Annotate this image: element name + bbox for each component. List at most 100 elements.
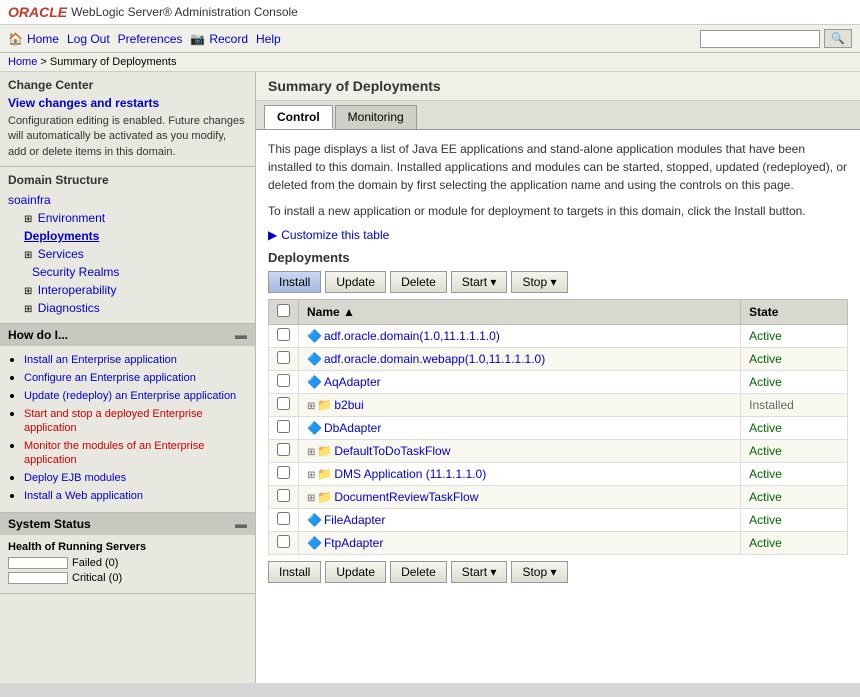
list-item: Install a Web application xyxy=(24,488,247,502)
how-do-i-header[interactable]: How do I... ▬ xyxy=(0,324,255,346)
app-name-link[interactable]: FileAdapter xyxy=(324,513,385,527)
tree-link-deployments[interactable]: Deployments xyxy=(24,229,99,243)
tree-link-security-realms[interactable]: Security Realms xyxy=(32,265,119,279)
app-name-link[interactable]: DefaultToDoTaskFlow xyxy=(334,444,450,458)
how-link-1[interactable]: Install an Enterprise application xyxy=(24,354,177,366)
install-button[interactable]: Install xyxy=(268,271,321,293)
how-do-i-collapse[interactable]: ▬ xyxy=(235,328,247,342)
bottom-update-button[interactable]: Update xyxy=(325,561,386,583)
row-checkbox[interactable] xyxy=(277,489,290,502)
app-name-link[interactable]: adf.oracle.domain(1.0,11.1.1.1.0) xyxy=(324,329,500,343)
row-state-cell: Installed xyxy=(741,394,848,417)
list-item: Start and stop a deployed Enterprise app… xyxy=(24,406,247,434)
tree-root-link[interactable]: soainfra xyxy=(8,193,51,207)
expand-icon[interactable]: ⊞ xyxy=(307,401,315,412)
tree-item-environment[interactable]: ⊞ Environment xyxy=(0,209,255,227)
app-name-link[interactable]: AqAdapter xyxy=(324,375,381,389)
start-button[interactable]: Start ▾ xyxy=(451,271,508,293)
app-name-link[interactable]: b2bui xyxy=(334,398,363,412)
page-header: Summary of Deployments xyxy=(256,72,860,101)
expand-icon[interactable]: ⊞ xyxy=(307,447,315,458)
how-do-i-content: Install an Enterprise application Config… xyxy=(0,346,255,512)
help-link[interactable]: Help xyxy=(256,32,281,46)
row-checkbox[interactable] xyxy=(277,351,290,364)
breadcrumb-home[interactable]: Home xyxy=(8,56,37,68)
change-center-link[interactable]: View changes and restarts xyxy=(8,96,159,110)
tab-control[interactable]: Control xyxy=(264,105,333,129)
stop-button[interactable]: Stop ▾ xyxy=(511,271,567,293)
expand-icon[interactable]: ⊞ xyxy=(307,470,315,481)
tree-item-deployments[interactable]: Deployments xyxy=(0,227,255,245)
row-checkbox[interactable] xyxy=(277,443,290,456)
how-link-6[interactable]: Deploy EJB modules xyxy=(24,472,126,484)
domain-structure: Domain Structure soainfra ⊞ Environment … xyxy=(0,167,255,324)
bottom-stop-button[interactable]: Stop ▾ xyxy=(511,561,567,583)
row-checkbox-cell xyxy=(269,394,299,417)
delete-button[interactable]: Delete xyxy=(390,271,447,293)
tree-item-services[interactable]: ⊞ Services xyxy=(0,245,255,263)
row-checkbox[interactable] xyxy=(277,328,290,341)
customize-link[interactable]: ▶ Customize this table xyxy=(268,228,848,242)
how-link-3[interactable]: Update (redeploy) an Enterprise applicat… xyxy=(24,390,236,402)
tree-item-diagnostics[interactable]: ⊞ Diagnostics xyxy=(0,299,255,317)
expand-icon: ⊞ xyxy=(24,214,32,225)
system-status-header[interactable]: System Status ▬ xyxy=(0,513,255,535)
tree-link-services[interactable]: Services xyxy=(38,247,84,261)
row-name-cell: 🔷DbAdapter xyxy=(299,417,741,440)
tree-item-security-realms[interactable]: Security Realms xyxy=(0,263,255,281)
tree-item-interoperability[interactable]: ⊞ Interoperability xyxy=(0,281,255,299)
status-bar-critical xyxy=(8,572,68,584)
app-name-link[interactable]: DbAdapter xyxy=(324,421,381,435)
status-bar-failed xyxy=(8,557,68,569)
tree-link-interoperability[interactable]: Interoperability xyxy=(38,283,117,297)
logout-link[interactable]: Log Out xyxy=(67,32,110,46)
app-icon: 🔷 xyxy=(307,536,322,550)
folder-icon: 📁 xyxy=(317,444,332,458)
how-link-7[interactable]: Install a Web application xyxy=(24,490,143,502)
expand-icon[interactable]: ⊞ xyxy=(307,493,315,504)
tree-root[interactable]: soainfra xyxy=(0,191,255,209)
deployments-table: Name ▲ State 🔷adf.oracle.domain(1.0,11.1… xyxy=(268,299,848,555)
main-layout: Change Center View changes and restarts … xyxy=(0,72,860,683)
row-checkbox[interactable] xyxy=(277,397,290,410)
system-status-subtitle: Health of Running Servers xyxy=(8,541,247,553)
bottom-toolbar: Install Update Delete Start ▾ Stop ▾ xyxy=(268,561,848,583)
search-input[interactable] xyxy=(700,30,820,48)
col-name-header: Name ▲ xyxy=(299,300,741,325)
tabs: Control Monitoring xyxy=(256,101,860,130)
tree-link-diagnostics[interactable]: Diagnostics xyxy=(38,301,100,315)
change-center: Change Center View changes and restarts … xyxy=(0,72,255,167)
bottom-install-button[interactable]: Install xyxy=(268,561,321,583)
home-link[interactable]: Home xyxy=(27,32,59,46)
how-link-2[interactable]: Configure an Enterprise application xyxy=(24,372,196,384)
row-checkbox[interactable] xyxy=(277,374,290,387)
status-critical: Critical (0) xyxy=(8,572,247,584)
folder-icon: 📁 xyxy=(317,490,332,504)
bottom-start-button[interactable]: Start ▾ xyxy=(451,561,508,583)
preferences-link[interactable]: Preferences xyxy=(118,32,183,46)
table-row: 🔷adf.oracle.domain(1.0,11.1.1.1.0)Active xyxy=(269,325,848,348)
app-name-link[interactable]: DMS Application (11.1.1.1.0) xyxy=(334,467,486,481)
row-name-cell: 🔷AqAdapter xyxy=(299,371,741,394)
tree-link-environment[interactable]: Environment xyxy=(38,211,105,225)
how-link-5[interactable]: Monitor the modules of an Enterprise app… xyxy=(24,440,204,466)
how-link-4[interactable]: Start and stop a deployed Enterprise app… xyxy=(24,408,203,434)
system-status-collapse[interactable]: ▬ xyxy=(235,517,247,531)
record-link[interactable]: Record xyxy=(209,32,248,46)
status-label-critical: Critical (0) xyxy=(72,572,122,584)
select-all-checkbox[interactable] xyxy=(277,304,290,317)
row-checkbox-cell xyxy=(269,486,299,509)
row-checkbox[interactable] xyxy=(277,512,290,525)
app-name-link[interactable]: adf.oracle.domain.webapp(1.0,11.1.1.1.0) xyxy=(324,352,545,366)
row-checkbox[interactable] xyxy=(277,420,290,433)
search-button[interactable]: 🔍 xyxy=(824,29,852,48)
row-state-cell: Active xyxy=(741,325,848,348)
row-checkbox[interactable] xyxy=(277,466,290,479)
row-checkbox[interactable] xyxy=(277,535,290,548)
bottom-delete-button[interactable]: Delete xyxy=(390,561,447,583)
row-checkbox-cell xyxy=(269,463,299,486)
app-name-link[interactable]: DocumentReviewTaskFlow xyxy=(334,490,478,504)
update-button[interactable]: Update xyxy=(325,271,386,293)
tab-monitoring[interactable]: Monitoring xyxy=(335,105,417,129)
app-name-link[interactable]: FtpAdapter xyxy=(324,536,383,550)
